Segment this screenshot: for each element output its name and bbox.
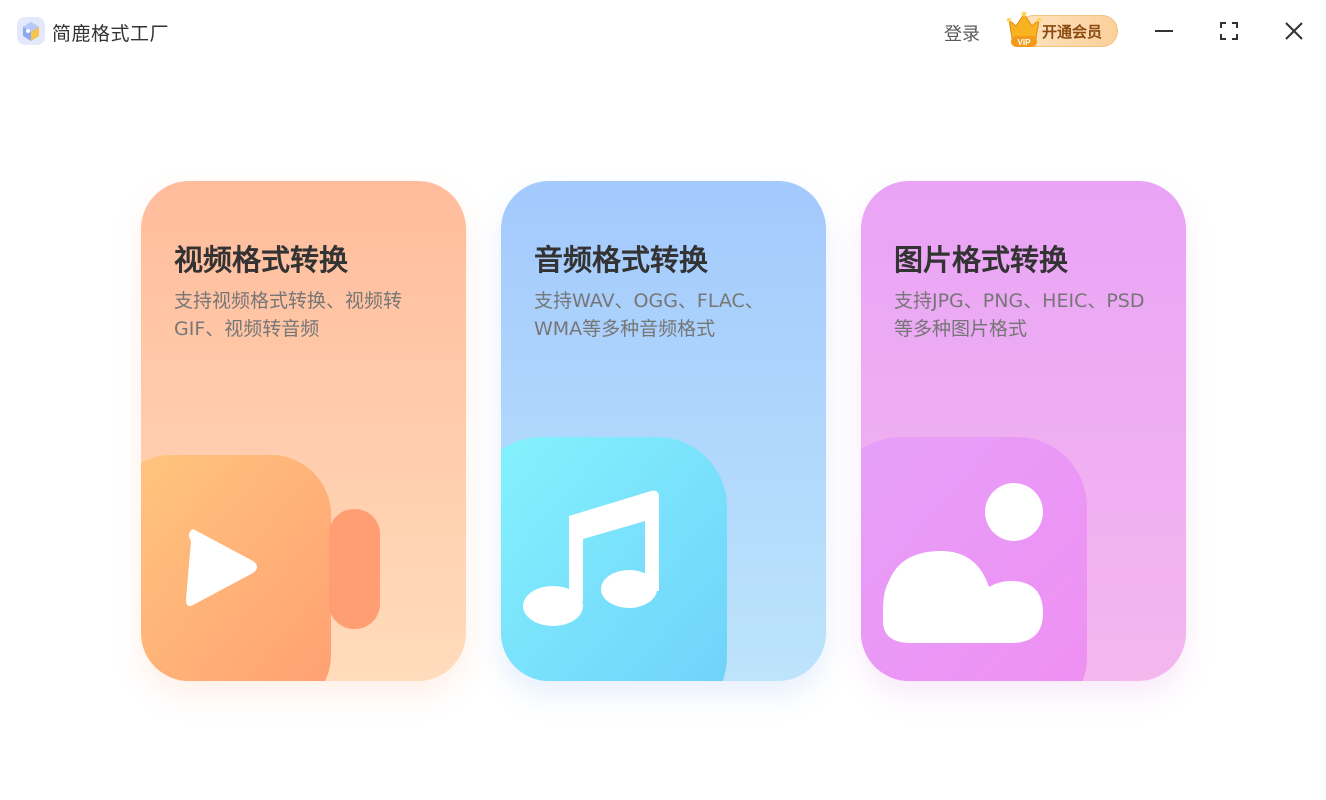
audio-convert-card[interactable]: 音频格式转换 支持WAV、OGG、FLAC、WMA等多种音频格式 — [501, 181, 826, 681]
vip-membership-button[interactable]: 开通会员 VIP — [1006, 10, 1118, 50]
app-logo-icon — [16, 16, 46, 46]
login-link[interactable]: 登录 — [944, 20, 980, 46]
card-title: 视频格式转换 — [174, 243, 349, 277]
vip-label: 开通会员 — [1042, 23, 1103, 41]
card-title: 音频格式转换 — [534, 243, 709, 277]
minimize-button[interactable] — [1149, 16, 1179, 46]
vip-badge-text: VIP — [1018, 38, 1032, 47]
close-icon — [1285, 22, 1303, 40]
card-description: 支持WAV、OGG、FLAC、WMA等多种音频格式 — [534, 290, 764, 340]
video-convert-card[interactable]: 视频格式转换 支持视频格式转换、视频转GIF、视频转音频 — [141, 181, 466, 681]
minimize-icon — [1155, 30, 1173, 32]
app-title: 简鹿格式工厂 — [52, 23, 170, 45]
image-convert-card[interactable]: 图片格式转换 支持JPG、PNG、HEIC、PSD等多种图片格式 — [861, 181, 1186, 681]
card-title: 图片格式转换 — [894, 243, 1069, 277]
title-bar: 简鹿格式工厂 登录 开通会员 VIP — [0, 0, 1326, 62]
maximize-button[interactable] — [1214, 16, 1244, 46]
close-button[interactable] — [1279, 16, 1309, 46]
card-description: 支持JPG、PNG、HEIC、PSD等多种图片格式 — [894, 290, 1145, 340]
card-description: 支持视频格式转换、视频转GIF、视频转音频 — [174, 290, 403, 340]
vip-crown-icon: VIP — [1006, 11, 1042, 47]
fullscreen-icon — [1220, 22, 1238, 40]
